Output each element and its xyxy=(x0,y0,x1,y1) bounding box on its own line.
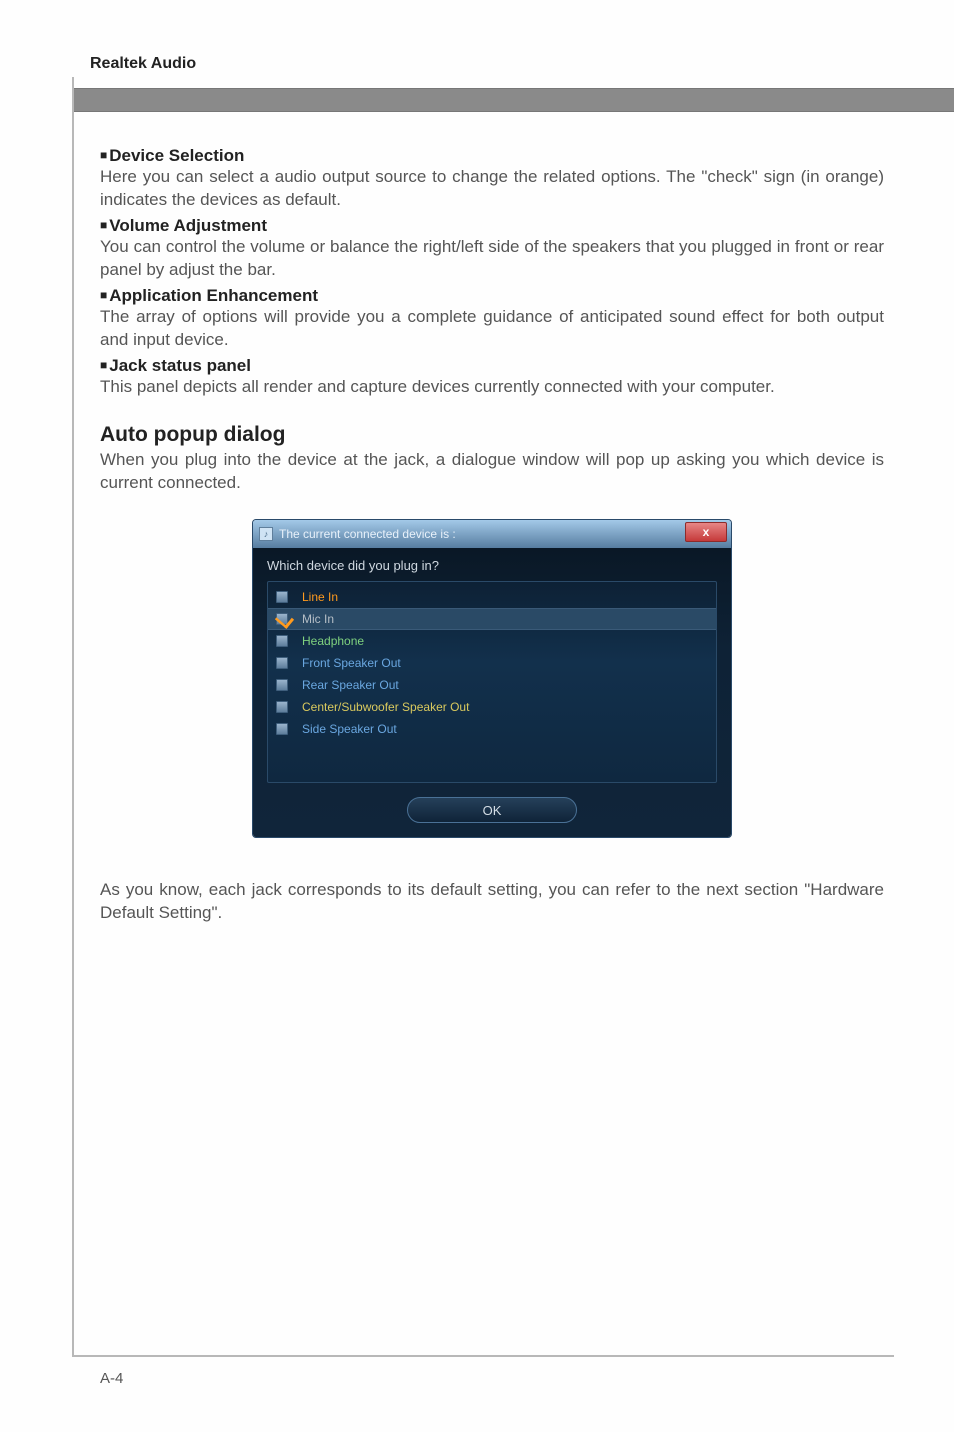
jack-icon xyxy=(276,657,288,669)
device-option-label: Rear Speaker Out xyxy=(302,678,708,692)
closing-text: As you know, each jack corresponds to it… xyxy=(100,879,884,925)
speaker-icon: ♪ xyxy=(259,527,273,541)
section-body-enhancement: The array of options will provide you a … xyxy=(100,306,884,352)
section-body-volume: You can control the volume or balance th… xyxy=(100,236,884,282)
device-option[interactable]: Side Speaker Out xyxy=(268,718,716,740)
jack-icon xyxy=(276,613,288,625)
jack-icon xyxy=(276,679,288,691)
page-header: Realtek Audio xyxy=(90,55,196,73)
section-title-jack: Jack status panel xyxy=(100,356,884,376)
device-option-label: Line In xyxy=(302,590,708,604)
device-dialog: ♪ The current connected device is : x Wh… xyxy=(253,520,731,837)
dialog-body: Which device did you plug in? Line In Mic… xyxy=(253,548,731,837)
section-body-device-selection: Here you can select a audio output sourc… xyxy=(100,166,884,212)
jack-icon xyxy=(276,701,288,713)
device-option-label: Headphone xyxy=(302,634,708,648)
device-list: Line In Mic In Headphone Front Speaker Out R… xyxy=(267,581,717,783)
device-option-label: Side Speaker Out xyxy=(302,722,708,736)
device-option-label: Front Speaker Out xyxy=(302,656,708,670)
auto-popup-heading: Auto popup dialog xyxy=(100,423,884,447)
dialog-button-row: OK xyxy=(267,797,717,823)
section-title-device-selection: Device Selection xyxy=(100,146,884,166)
ok-button[interactable]: OK xyxy=(407,797,577,823)
dialog-titlebar: ♪ The current connected device is : x xyxy=(253,520,731,548)
device-option[interactable]: Line In xyxy=(268,586,716,608)
device-option[interactable]: Rear Speaker Out xyxy=(268,674,716,696)
page-content: Device Selection Here you can select a a… xyxy=(100,142,884,925)
device-option-label: Mic In xyxy=(302,612,708,626)
jack-icon xyxy=(276,591,288,603)
device-option[interactable]: Front Speaker Out xyxy=(268,652,716,674)
page-number: A-4 xyxy=(100,1370,123,1387)
section-body-jack: This panel depicts all render and captur… xyxy=(100,376,884,399)
close-button[interactable]: x xyxy=(685,522,727,542)
auto-popup-intro: When you plug into the device at the jac… xyxy=(100,449,884,495)
device-option[interactable]: Center/Subwoofer Speaker Out xyxy=(268,696,716,718)
dialog-title: The current connected device is : xyxy=(279,527,456,541)
section-title-volume: Volume Adjustment xyxy=(100,216,884,236)
dialog-prompt: Which device did you plug in? xyxy=(267,558,717,573)
device-option[interactable]: Headphone xyxy=(268,630,716,652)
device-option[interactable]: Mic In xyxy=(268,608,716,630)
jack-icon xyxy=(276,635,288,647)
section-title-enhancement: Application Enhancement xyxy=(100,286,884,306)
device-option-label: Center/Subwoofer Speaker Out xyxy=(302,700,708,714)
jack-icon xyxy=(276,723,288,735)
